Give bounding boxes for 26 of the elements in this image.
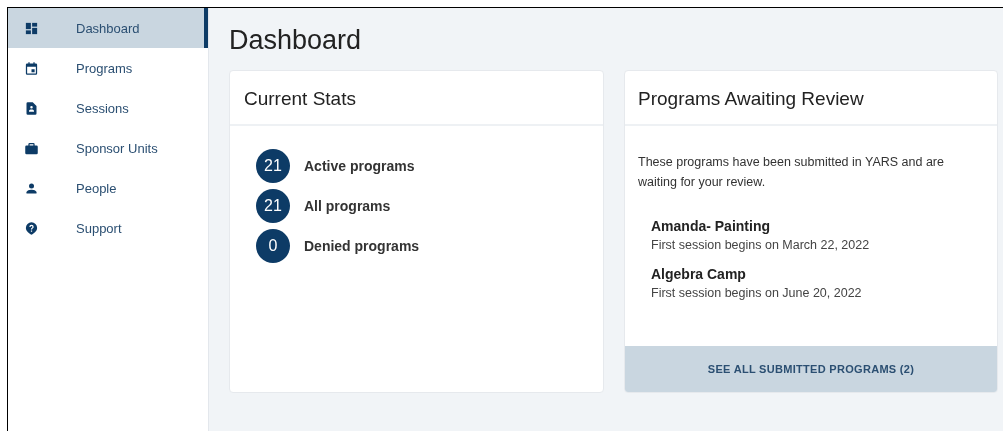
sidebar-item[interactable]: Dashboard bbox=[8, 8, 208, 48]
document-icon bbox=[24, 100, 39, 116]
card-title: Programs Awaiting Review bbox=[625, 71, 997, 126]
sidebar-item[interactable]: People bbox=[8, 168, 208, 208]
calendar-icon bbox=[24, 60, 39, 76]
sidebar-item[interactable]: Programs bbox=[8, 48, 208, 88]
program-date: First session begins on June 20, 2022 bbox=[651, 286, 862, 300]
sidebar-item[interactable]: Sessions bbox=[8, 88, 208, 128]
program-name: Algebra Camp bbox=[651, 266, 746, 282]
stat-label: Active programs bbox=[304, 158, 415, 174]
stat-label: All programs bbox=[304, 198, 391, 214]
page-title: Dashboard bbox=[229, 24, 363, 57]
program-date: First session begins on March 22, 2022 bbox=[651, 238, 870, 252]
count-badge: 21 bbox=[256, 189, 290, 223]
description-text: These programs have been submitted in YARS and are waiting for your review. bbox=[637, 154, 945, 191]
briefcase-icon bbox=[24, 140, 39, 156]
dashboard-icon bbox=[24, 20, 39, 36]
help-icon bbox=[24, 220, 39, 236]
see-all-button[interactable]: SEE ALL SUBMITTED PROGRAMS (2) bbox=[625, 346, 997, 392]
count-badge: 0 bbox=[256, 229, 290, 263]
program-name: Amanda- Painting bbox=[651, 218, 770, 234]
stat-label: Denied programs bbox=[304, 238, 420, 254]
card-title: Current Stats bbox=[230, 71, 603, 126]
sidebar-item[interactable]: Sponsor Units bbox=[8, 128, 208, 168]
sidebar-item[interactable]: Support bbox=[8, 208, 208, 248]
count-badge: 21 bbox=[256, 149, 290, 183]
